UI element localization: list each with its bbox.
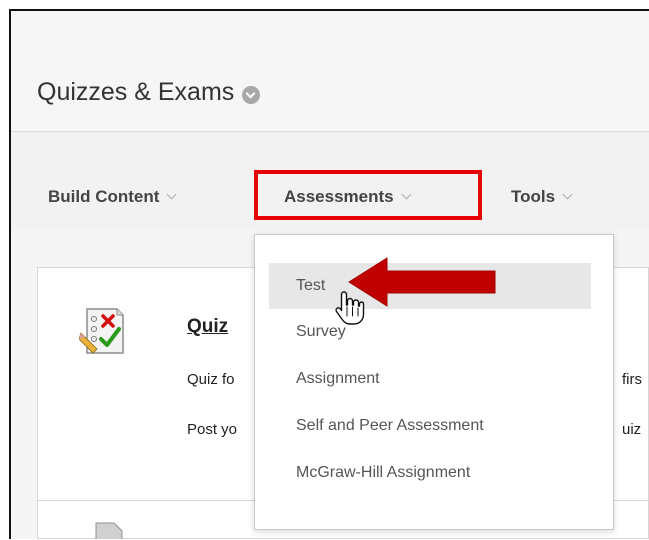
quiz-description-line-2: Post yo — [187, 421, 238, 438]
tools-label: Tools — [511, 187, 556, 206]
quiz-description-line-2-tail: uiz — [622, 421, 642, 438]
menu-item-label: Test — [296, 277, 326, 294]
next-item-document-icon — [95, 522, 123, 539]
chevron-down-icon — [562, 189, 573, 199]
page-header — [11, 11, 649, 132]
menu-item-mcgraw-hill-assignment[interactable]: McGraw-Hill Assignment — [269, 450, 591, 496]
page-title: Quizzes & Exams — [37, 78, 261, 107]
quiz-description-line-1: Quiz fo — [187, 371, 235, 388]
test-checklist-icon — [79, 308, 124, 354]
tools-menu[interactable]: Tools — [511, 187, 573, 207]
quiz-description-line-1-tail: firs — [622, 371, 642, 388]
title-options-chevron-icon[interactable] — [242, 85, 261, 104]
hand-pointer-icon — [335, 291, 365, 325]
page-title-text: Quizzes & Exams — [37, 78, 235, 106]
menu-item-label: Assignment — [296, 370, 380, 387]
menu-item-survey[interactable]: Survey — [269, 309, 591, 355]
menu-item-label: Self and Peer Assessment — [296, 417, 484, 434]
menu-item-label: McGraw-Hill Assignment — [296, 464, 471, 481]
red-arrow-icon — [348, 257, 496, 307]
assessments-highlight-box — [254, 170, 482, 220]
menu-item-assignment[interactable]: Assignment — [269, 356, 591, 402]
quiz-item-title-link[interactable]: Quiz — [187, 316, 228, 338]
build-content-label: Build Content — [48, 187, 160, 206]
build-content-menu[interactable]: Build Content — [48, 187, 177, 207]
menu-item-self-and-peer-assessment[interactable]: Self and Peer Assessment — [269, 403, 591, 449]
chevron-down-icon — [166, 189, 177, 199]
